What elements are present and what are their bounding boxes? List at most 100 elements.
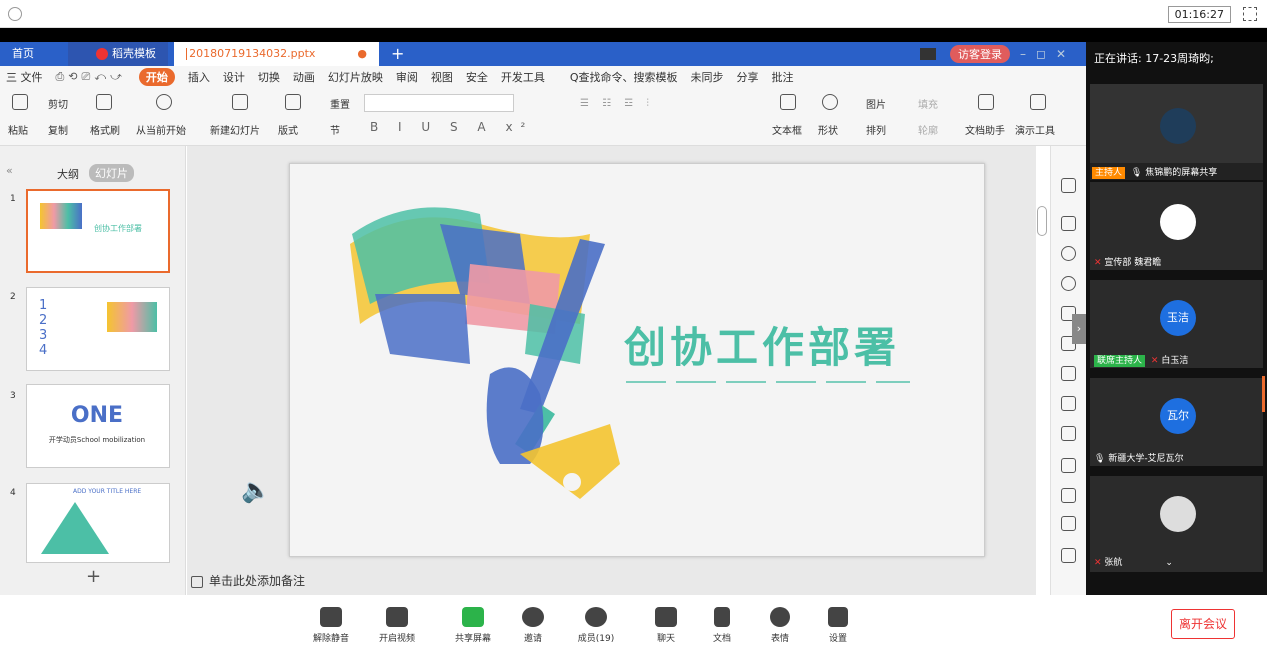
scrollbar-thumb[interactable]	[1037, 206, 1047, 236]
doc-button[interactable]: 文档	[697, 595, 747, 644]
new-tab-button[interactable]: +	[379, 42, 416, 66]
layout-button[interactable]: 版式	[278, 122, 298, 137]
settings-label: 设置	[828, 634, 847, 644]
window-icon[interactable]	[1061, 516, 1076, 531]
doc-helper-icon[interactable]	[978, 94, 994, 110]
picture-icon[interactable]	[1061, 548, 1076, 563]
location-icon[interactable]	[1061, 276, 1076, 291]
tab-home[interactable]: 首页	[0, 42, 46, 66]
shape-icon[interactable]	[1061, 246, 1076, 261]
reset-button[interactable]: 重置	[330, 96, 350, 111]
invite-button[interactable]: 邀请	[508, 595, 558, 644]
arrange-button[interactable]: 排列	[866, 122, 886, 137]
video-tile[interactable]: 瓦尔 🎙 新疆大学-艾尼瓦尔	[1090, 378, 1263, 466]
tile-label: ✕ 宣传部 魏君瞻	[1094, 255, 1161, 268]
slide-thumb-3[interactable]: ONE 开学动员School mobilization	[26, 384, 170, 468]
adjust-icon[interactable]	[1061, 426, 1076, 441]
present-tools-button[interactable]: 演示工具	[1015, 122, 1055, 137]
tab-slides[interactable]: 幻灯片	[89, 164, 134, 182]
menu-share[interactable]: 分享	[737, 69, 759, 85]
menu-item-transition[interactable]: 切换	[258, 69, 280, 85]
menu-item-animation[interactable]: 动画	[293, 69, 315, 85]
members-button[interactable]: 成员(19)	[571, 595, 621, 644]
current-slide[interactable]: 创协工作部署	[289, 163, 985, 557]
menu-item-view[interactable]: 视图	[431, 69, 453, 85]
menu-item-slideshow[interactable]: 幻灯片放映	[328, 69, 383, 85]
menu-search[interactable]: Q查找命令、搜索模板	[570, 69, 678, 85]
new-slide-button[interactable]: 新建幻灯片	[210, 122, 260, 137]
video-button[interactable]: 开启视频	[372, 595, 422, 644]
notes-bar[interactable]: 单击此处添加备注	[187, 570, 1067, 593]
menu-item-design[interactable]: 设计	[223, 69, 245, 85]
paste-icon[interactable]	[12, 94, 28, 110]
emoji-button[interactable]: 表情	[755, 595, 805, 644]
chevron-down-icon[interactable]: ⌄	[1165, 558, 1173, 568]
font-format-icons[interactable]: B I U S A x²	[370, 120, 533, 134]
star-icon[interactable]	[1061, 178, 1076, 193]
expand-panel-button[interactable]: ›	[1072, 314, 1086, 344]
tab-file[interactable]: 20180719134032.pptx ●	[174, 42, 379, 66]
font-select[interactable]	[364, 94, 514, 112]
mic-muted-icon: ✕	[1150, 356, 1159, 366]
slide-thumb-4[interactable]: ADD YOUR TITLE HERE	[26, 483, 170, 563]
new-slide-icon[interactable]	[232, 94, 248, 110]
paragraph-icons[interactable]: ☰ ☷ ☲ ⫶	[580, 98, 654, 109]
shape-button[interactable]: 形状	[818, 122, 838, 137]
shape-icon[interactable]	[822, 94, 838, 110]
speaker-icon[interactable]: 🔈	[241, 476, 271, 504]
speaking-indicator: 正在讲话: 17-23周琦昀;	[1094, 52, 1214, 65]
paste-button[interactable]: 粘贴	[8, 122, 28, 137]
window-controls[interactable]: –◻✕	[1020, 47, 1076, 61]
mic-muted-icon	[320, 607, 342, 627]
menu-item-insert[interactable]: 插入	[188, 69, 210, 85]
tile-name: 张航	[1104, 558, 1123, 568]
play-icon[interactable]	[156, 94, 172, 110]
video-tile[interactable]: 玉洁 联席主持人 ✕ 白玉洁	[1090, 280, 1263, 368]
video-tile[interactable]: ✕ 宣传部 魏君瞻	[1090, 182, 1263, 270]
quick-access-icons[interactable]: ⎙⟲⎚⤺⤻	[56, 70, 126, 84]
slide-thumb-1[interactable]: 创协工作部署	[26, 189, 170, 273]
chat-button[interactable]: 聊天	[641, 595, 691, 644]
format-painter-button[interactable]: 格式刷	[90, 122, 120, 137]
textbox-button[interactable]: 文本框	[772, 122, 802, 137]
guest-login[interactable]: 访客登录	[920, 45, 1010, 63]
menu-unsync[interactable]: 未同步	[691, 69, 724, 85]
add-slide-button[interactable]: +	[86, 566, 101, 587]
picture-button[interactable]: 图片	[866, 96, 886, 111]
format-painter-icon[interactable]	[96, 94, 112, 110]
menu-file[interactable]: 三 文件	[6, 69, 43, 85]
mute-button[interactable]: 解除静音	[306, 595, 356, 644]
chart-icon[interactable]	[1061, 396, 1076, 411]
cut-button[interactable]: 剪切	[48, 96, 68, 111]
grid-icon[interactable]	[1061, 366, 1076, 381]
panel-scrollbar[interactable]	[1262, 376, 1265, 412]
menu-item-review[interactable]: 审阅	[396, 69, 418, 85]
from-current-button[interactable]: 从当前开始	[136, 122, 186, 137]
layout-icon[interactable]	[285, 94, 301, 110]
video-tile[interactable]: 主持人 🎙 焦锦鹏的屏幕共享	[1090, 84, 1263, 180]
menu-start[interactable]: 开始	[138, 68, 175, 86]
menu-item-security[interactable]: 安全	[466, 69, 488, 85]
tab-template[interactable]: 稻壳模板	[68, 42, 168, 66]
present-tools-icon[interactable]	[1030, 94, 1046, 110]
slide-thumb-2[interactable]: 1 2 3 4	[26, 287, 170, 371]
copy-icon[interactable]	[1061, 216, 1076, 231]
fill-button[interactable]: 填充	[918, 96, 938, 111]
menu-comment[interactable]: 批注	[772, 69, 794, 85]
fullscreen-icon[interactable]	[1243, 7, 1257, 21]
section-button[interactable]: 节	[330, 122, 340, 137]
share-screen-button[interactable]: 共享屏幕	[448, 595, 498, 644]
image-icon[interactable]	[1061, 458, 1076, 473]
tab-outline[interactable]: 大纲	[57, 166, 79, 182]
textbox-icon[interactable]	[780, 94, 796, 110]
outline-button[interactable]: 轮廓	[918, 122, 938, 137]
share-icon[interactable]	[1061, 488, 1076, 503]
doc-helper-button[interactable]: 文档助手	[965, 122, 1005, 137]
leave-meeting-button[interactable]: 离开会议	[1171, 609, 1235, 639]
menu-item-dev[interactable]: 开发工具	[501, 69, 545, 85]
settings-grid-icon	[828, 607, 848, 627]
settings-button[interactable]: 设置	[813, 595, 863, 644]
copy-button[interactable]: 复制	[48, 122, 68, 137]
video-tile[interactable]: ✕ 张航 ⌄	[1090, 476, 1263, 572]
collapse-icon[interactable]: «	[6, 164, 13, 177]
